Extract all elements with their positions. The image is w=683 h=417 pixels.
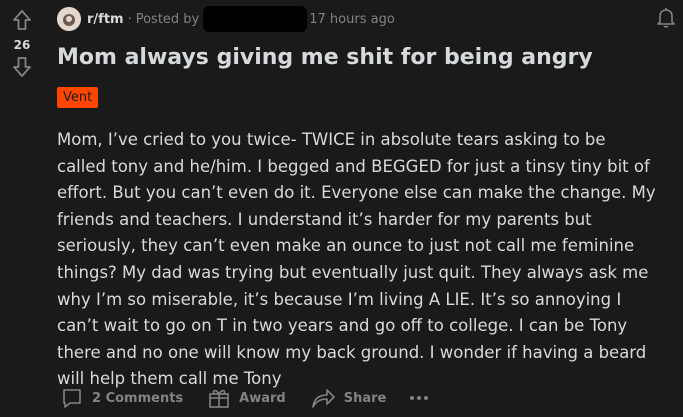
award-icon	[209, 389, 229, 408]
comments-button[interactable]: 2 Comments	[60, 386, 183, 410]
post-meta: r/ftm · Posted by 17 hours ago	[57, 6, 673, 32]
post-body: Mom, I’ve cried to you twice- TWICE in a…	[57, 130, 656, 389]
subreddit-avatar-icon	[57, 7, 81, 31]
downvote-button[interactable]	[9, 54, 35, 80]
more-options-button[interactable]	[410, 388, 431, 408]
redacted-username	[203, 6, 308, 32]
vote-column: 26	[0, 0, 44, 417]
notification-bell-button[interactable]	[653, 4, 679, 30]
downvote-icon	[13, 57, 31, 77]
post-time[interactable]: 17 hours ago	[309, 12, 395, 27]
share-button[interactable]: Share	[310, 386, 387, 410]
post-title[interactable]: Mom always giving me shit for being angr…	[57, 42, 657, 74]
subreddit-link[interactable]: r/ftm	[87, 12, 124, 27]
award-button[interactable]: Award	[207, 386, 286, 410]
posted-by-label: Posted by	[135, 11, 200, 27]
upvote-icon	[13, 10, 31, 30]
post-flair[interactable]: Vent	[57, 87, 99, 108]
upvote-button[interactable]	[9, 7, 35, 33]
comment-icon	[63, 389, 81, 408]
post-actions: 2 Comments Award Share	[60, 381, 431, 415]
award-label: Award	[239, 390, 286, 406]
more-options-icon	[410, 396, 415, 400]
notification-bell-icon	[657, 8, 675, 28]
share-label: Share	[343, 390, 387, 406]
vote-count: 26	[13, 38, 31, 52]
comments-label: 2 Comments	[92, 390, 184, 406]
meta-separator: ·	[127, 11, 132, 27]
subreddit-avatar[interactable]	[57, 7, 81, 31]
share-icon	[311, 389, 335, 408]
